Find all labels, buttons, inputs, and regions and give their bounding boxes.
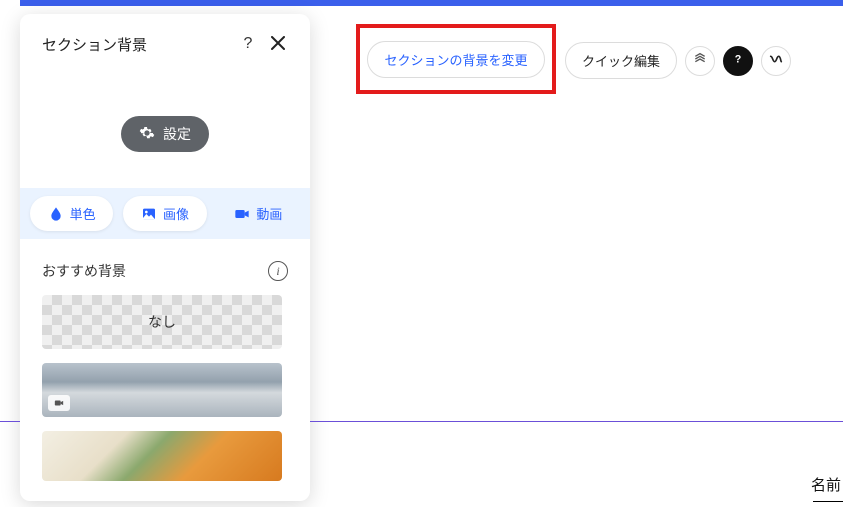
- svg-text:?: ?: [735, 53, 742, 65]
- panel-title: セクション背景: [42, 34, 236, 55]
- suggested-backgrounds-header: おすすめ背景 i: [20, 239, 310, 295]
- tab-label: 画像: [163, 204, 189, 223]
- change-section-background-button[interactable]: セクションの背景を変更: [367, 41, 544, 78]
- settings-row: 設定: [20, 70, 310, 188]
- question-icon: ?: [730, 51, 746, 70]
- right-toolbar: クイック編集 ?: [565, 42, 791, 79]
- animation-button[interactable]: [761, 46, 791, 76]
- settings-label: 設定: [163, 124, 191, 144]
- suggested-label: おすすめ背景: [42, 261, 268, 281]
- background-thumbnail-list: なし: [20, 295, 310, 501]
- video-icon: [234, 206, 250, 222]
- close-button[interactable]: [266, 32, 290, 56]
- none-label: なし: [148, 312, 176, 332]
- tab-image[interactable]: 画像: [123, 196, 206, 231]
- droplet-icon: [48, 206, 64, 222]
- divider-line: [310, 421, 843, 422]
- panel-header: セクション背景 ?: [20, 14, 310, 70]
- info-icon[interactable]: i: [268, 261, 288, 281]
- background-option-fruit[interactable]: [42, 431, 282, 481]
- video-indicator-icon: [48, 395, 70, 411]
- help-circle-button[interactable]: ?: [723, 46, 753, 76]
- gear-icon: [139, 125, 155, 144]
- wave-icon: [768, 51, 784, 70]
- section-background-panel: セクション背景 ? 設定 単色 画像: [20, 14, 310, 501]
- tab-label: 動画: [256, 204, 282, 223]
- help-button[interactable]: ?: [236, 32, 260, 56]
- name-field-label: 名前: [811, 474, 841, 495]
- close-icon: [271, 36, 285, 53]
- tab-label: 単色: [70, 204, 96, 223]
- background-type-tabs: 単色 画像 動画: [20, 188, 310, 239]
- image-icon: [141, 206, 157, 222]
- name-field-underline: [813, 501, 843, 502]
- background-option-mountain[interactable]: [42, 363, 282, 417]
- settings-button[interactable]: 設定: [121, 116, 209, 152]
- top-accent-bar: [20, 0, 843, 6]
- tab-solid-color[interactable]: 単色: [30, 196, 113, 231]
- tab-video[interactable]: 動画: [217, 196, 300, 231]
- layers-icon: [692, 51, 708, 70]
- divider-line: [0, 421, 20, 422]
- quick-edit-button[interactable]: クイック編集: [565, 42, 677, 79]
- highlight-callout: セクションの背景を変更: [356, 24, 556, 94]
- background-option-none[interactable]: なし: [42, 295, 282, 349]
- layers-button[interactable]: [685, 46, 715, 76]
